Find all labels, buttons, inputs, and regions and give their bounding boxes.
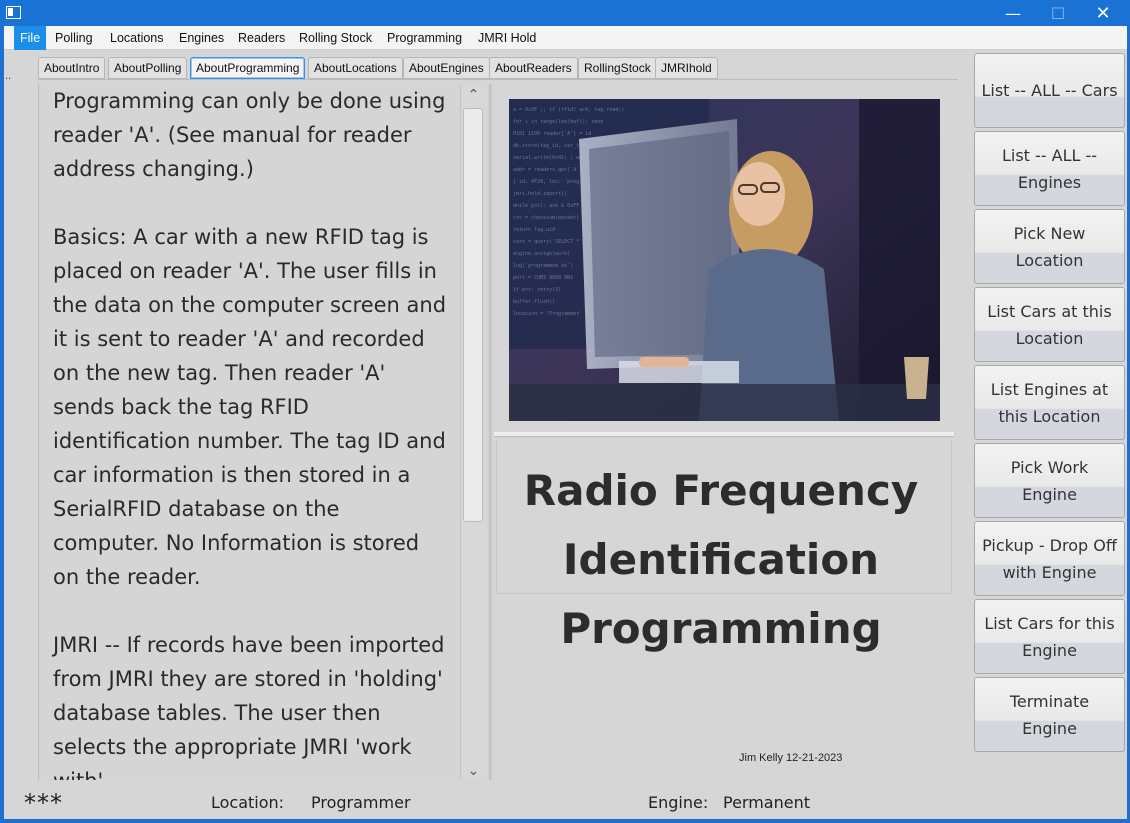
svg-text:cars = query('SELECT *'): cars = query('SELECT *') — [513, 239, 585, 245]
list-cars-at-location-button[interactable]: List Cars at this Location — [974, 287, 1125, 362]
svg-text:log('programmed ok'): log('programmed ok') — [513, 263, 573, 269]
text-paragraph: JMRI -- If records have been imported fr… — [53, 633, 445, 780]
title-bar: — ☐ ✕ — [0, 0, 1130, 26]
horizontal-separator[interactable] — [494, 432, 954, 437]
terminate-engine-button[interactable]: Terminate Engine — [974, 677, 1125, 752]
engine-value: Permanent — [723, 793, 811, 812]
svg-text:port = COM3 9600 8N1: port = COM3 9600 8N1 — [513, 275, 573, 281]
menu-bar: File Polling Locations Engines Readers R… — [4, 26, 1127, 50]
vertical-scrollbar[interactable]: ⌃ ⌄ — [460, 84, 486, 780]
tab-about-polling[interactable]: AboutPolling — [108, 57, 188, 79]
menu-polling[interactable]: Polling — [49, 26, 99, 50]
svg-text:addr = readers.get('A'): addr = readers.get('A') — [513, 167, 582, 173]
programmer-photo: a = 0x3F ;; if (rfid) ack; tag.read() fo… — [509, 99, 940, 421]
tab-jmri-hold[interactable]: JMRIhold — [655, 57, 718, 79]
banner-title: Radio Frequency Identification Programmi… — [496, 456, 946, 663]
scroll-up-icon[interactable]: ⌃ — [461, 84, 486, 106]
scroll-thumb[interactable] — [463, 108, 483, 522]
text-paragraph: Programming can only be done using reade… — [53, 89, 446, 181]
pick-work-engine-button[interactable]: Pick Work Engine — [974, 443, 1125, 518]
menu-programming[interactable]: Programming — [381, 26, 468, 50]
svg-text:a = 0x3F ;; if (rfid) ack; tag: a = 0x3F ;; if (rfid) ack; tag.read() — [513, 107, 624, 113]
scroll-down-icon[interactable]: ⌄ — [461, 760, 486, 782]
minimize-button[interactable]: — — [990, 0, 1036, 26]
banner-line: Programming — [560, 604, 882, 653]
about-text-area[interactable]: Programming can only be done using reade… — [38, 84, 462, 780]
svg-text:crc = checksum(packet): crc = checksum(packet) — [513, 215, 579, 221]
app-icon — [6, 6, 21, 19]
menu-jmri-hold[interactable]: JMRI Hold — [472, 26, 542, 50]
menu-file[interactable]: File — [14, 26, 47, 50]
author-credit: Jim Kelly 12-21-2023 — [739, 752, 843, 764]
status-stars: *** — [24, 789, 63, 817]
close-button[interactable]: ✕ — [1080, 0, 1126, 26]
location-value: Programmer — [311, 793, 411, 812]
tab-about-intro[interactable]: AboutIntro — [38, 57, 106, 79]
svg-text:serial.write(0x41) ; wait: serial.write(0x41) ; wait — [513, 155, 588, 161]
app-window: File Polling Locations Engines Readers R… — [4, 26, 1127, 819]
menu-rolling-stock[interactable]: Rolling Stock — [293, 26, 378, 50]
list-all-engines-button[interactable]: List -- ALL -- Engines — [974, 131, 1125, 206]
svg-text:0101 1100 reader['A'] = id: 0101 1100 reader['A'] = id — [513, 131, 591, 137]
menu-engines[interactable]: Engines — [173, 26, 230, 50]
pick-new-location-button[interactable]: Pick New Location — [974, 209, 1125, 284]
banner-line: Radio Frequency — [523, 466, 919, 515]
overflow-dots: .. — [5, 70, 12, 82]
tab-about-locations[interactable]: AboutLocations — [308, 57, 403, 79]
tab-about-programming[interactable]: AboutProgramming — [190, 57, 306, 79]
svg-text:location = 'Programmer': location = 'Programmer' — [513, 311, 582, 317]
svg-text:for i in range(len(buf)): send: for i in range(len(buf)): send — [513, 119, 603, 125]
menu-locations[interactable]: Locations — [104, 26, 170, 50]
maximize-button[interactable]: ☐ — [1035, 0, 1081, 26]
tab-about-readers[interactable]: AboutReaders — [489, 57, 578, 79]
svg-text:while poll: ack & 0xFF: while poll: ack & 0xFF — [513, 203, 579, 209]
text-paragraph: Basics: A car with a new RFID tag is pla… — [53, 225, 447, 589]
menu-readers[interactable]: Readers — [232, 26, 291, 50]
svg-text:return tag.uid: return tag.uid — [513, 227, 555, 233]
tab-about-engines[interactable]: AboutEngines — [403, 57, 490, 79]
svg-text:{ id: 4F2A, loc: 'prog' }: { id: 4F2A, loc: 'prog' } — [513, 179, 588, 185]
svg-text:engine.assign(work): engine.assign(work) — [513, 251, 570, 257]
tab-bar: AboutIntro AboutPolling AboutProgramming… — [38, 56, 958, 80]
location-label: Location: — [211, 793, 285, 812]
list-engines-at-location-button[interactable]: List Engines at this Location — [974, 365, 1125, 440]
svg-text:jmri.hold.import(): jmri.hold.import() — [513, 191, 567, 197]
engine-label: Engine: — [648, 793, 709, 812]
status-bar: *** Location: Programmer Engine: Permane… — [4, 786, 1127, 819]
pickup-drop-off-button[interactable]: Pickup - Drop Off with Engine — [974, 521, 1125, 596]
svg-text:buffer.flush(): buffer.flush() — [513, 299, 555, 305]
tab-rolling-stock[interactable]: RollingStock — [578, 57, 657, 79]
list-cars-for-engine-button[interactable]: List Cars for this Engine — [974, 599, 1125, 674]
split-divider[interactable] — [489, 84, 492, 780]
banner-line: Identification — [562, 535, 880, 584]
list-all-cars-button[interactable]: List -- ALL -- Cars — [974, 53, 1125, 128]
svg-text:if err: retry(3): if err: retry(3) — [513, 287, 561, 293]
